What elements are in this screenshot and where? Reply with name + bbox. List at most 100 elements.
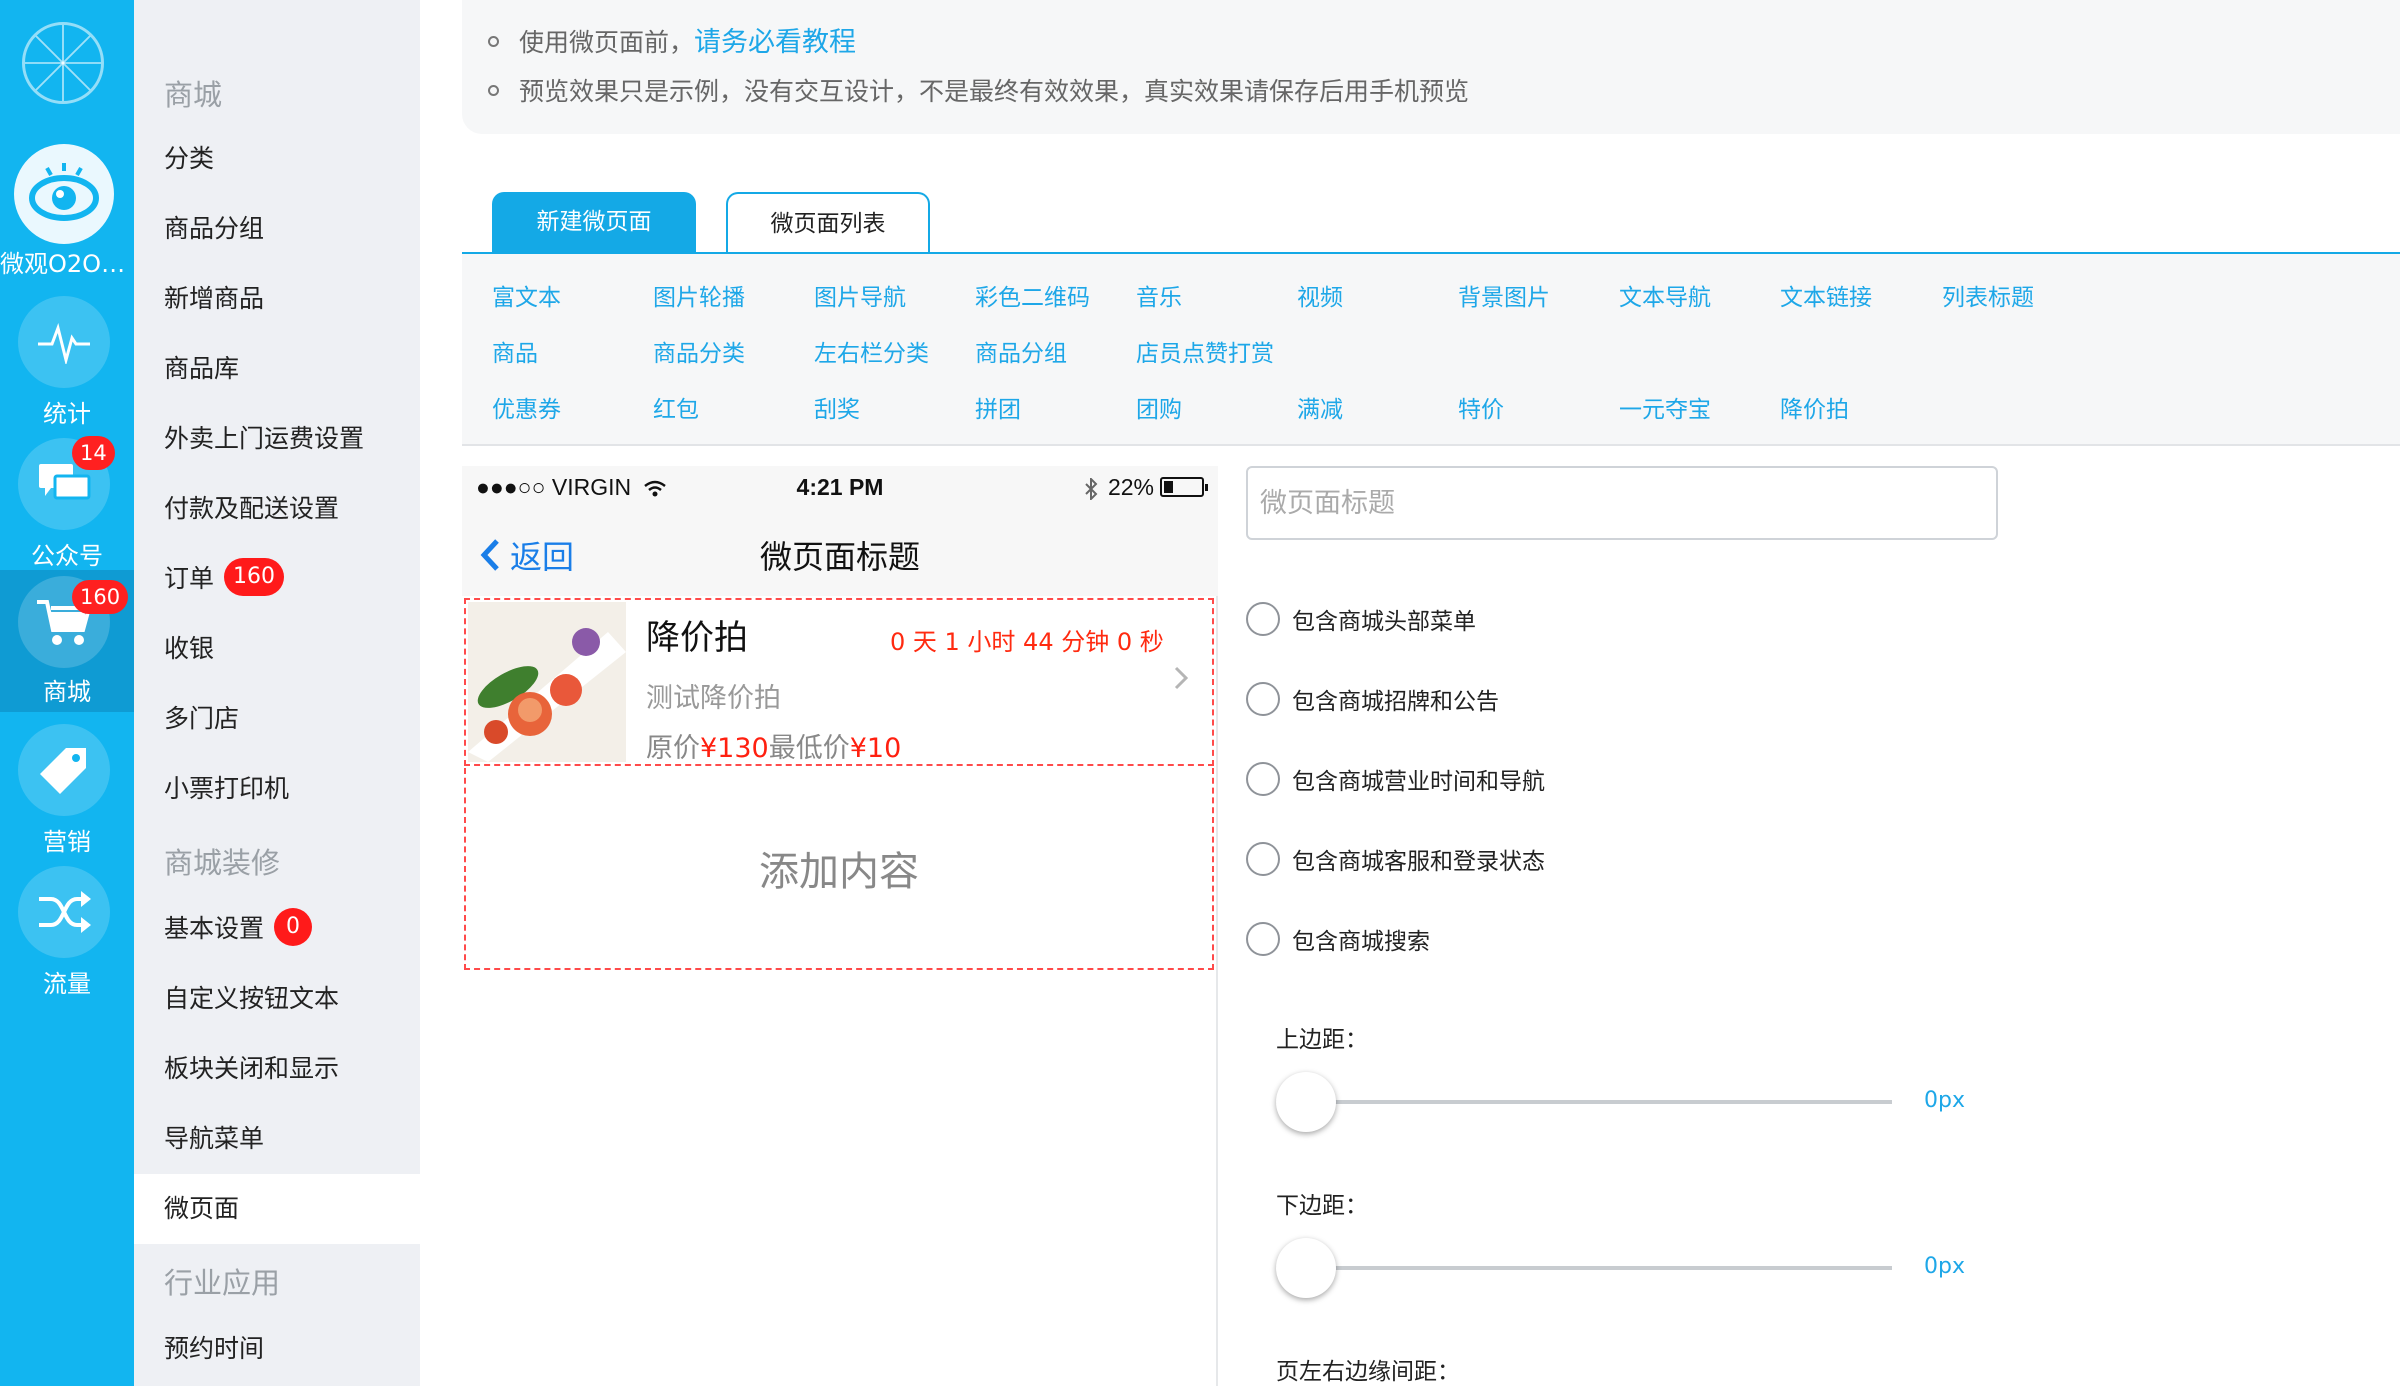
sidebar-item-nav-menu[interactable]: 导航菜单 bbox=[134, 1104, 420, 1174]
top-margin-slider[interactable] bbox=[1276, 1072, 1892, 1132]
component-palette: 富文本 图片轮播 图片导航 彩色二维码 音乐 视频 背景图片 文本导航 文本链接… bbox=[462, 254, 2400, 446]
phone-nav-bar: 返回 微页面标题 bbox=[462, 510, 1218, 596]
original-price-label: 原价 bbox=[646, 733, 700, 764]
sidebar-item-label: 微页面 bbox=[164, 1194, 240, 1223]
widget-music[interactable]: 音乐 bbox=[1136, 278, 1182, 312]
rail-label: 营销 bbox=[43, 828, 91, 856]
rail-item-marketing[interactable]: 营销 bbox=[0, 718, 134, 860]
sidebar-item-label: 商品库 bbox=[164, 354, 240, 383]
bottom-margin-value: 0px bbox=[1924, 1254, 1965, 1279]
rail-label: 流量 bbox=[43, 970, 91, 998]
widget-staff-tip[interactable]: 店员点赞打赏 bbox=[1136, 334, 1274, 368]
widget-background-image[interactable]: 背景图片 bbox=[1458, 278, 1550, 312]
sidebar-item-category[interactable]: 分类 bbox=[134, 124, 420, 194]
option-header-menu[interactable]: 包含商城头部菜单 bbox=[1246, 602, 1476, 638]
sidebar-item-cashier[interactable]: 收银 bbox=[134, 614, 420, 684]
tutorial-link[interactable]: 请务必看教程 bbox=[694, 27, 856, 58]
widget-two-column-category[interactable]: 左右栏分类 bbox=[814, 334, 929, 368]
tab-new-micro-page[interactable]: 新建微页面 bbox=[492, 192, 696, 254]
sidebar-item-multi-store[interactable]: 多门店 bbox=[134, 684, 420, 754]
option-service-login[interactable]: 包含商城客服和登录状态 bbox=[1246, 842, 1545, 878]
widget-scratch-card[interactable]: 刮奖 bbox=[814, 390, 860, 424]
sidebar-item-label: 基本设置 bbox=[164, 914, 265, 943]
widget-product-category[interactable]: 商品分类 bbox=[653, 334, 745, 368]
widget-price-drop-auction[interactable]: 降价拍 bbox=[1780, 390, 1849, 424]
sidebar-item-custom-button-text[interactable]: 自定义按钮文本 bbox=[134, 964, 420, 1034]
add-content-area[interactable]: 添加内容 bbox=[464, 768, 1214, 970]
sidebar-item-label: 多门店 bbox=[164, 704, 240, 733]
notice-text: 使用微页面前， bbox=[519, 28, 695, 57]
slider-handle[interactable] bbox=[1276, 1072, 1336, 1132]
product-image bbox=[468, 602, 626, 762]
rail-item-stats[interactable]: 统计 bbox=[0, 290, 134, 432]
radio-button[interactable] bbox=[1246, 762, 1280, 796]
widget-coupon[interactable]: 优惠券 bbox=[492, 390, 561, 424]
option-search[interactable]: 包含商城搜索 bbox=[1246, 922, 1430, 958]
radio-button[interactable] bbox=[1246, 842, 1280, 876]
widget-image-carousel[interactable]: 图片轮播 bbox=[653, 278, 745, 312]
app-logo-icon[interactable] bbox=[22, 22, 104, 104]
widget-list-title[interactable]: 列表标题 bbox=[1942, 278, 2034, 312]
option-signboard-notice[interactable]: 包含商城招牌和公告 bbox=[1246, 682, 1499, 718]
pulse-icon bbox=[18, 296, 110, 388]
widget-special-price[interactable]: 特价 bbox=[1458, 390, 1504, 424]
top-margin-value: 0px bbox=[1924, 1088, 1965, 1113]
sidebar-item-product-group[interactable]: 商品分组 bbox=[134, 194, 420, 264]
rail-item-traffic[interactable]: 流量 bbox=[0, 860, 134, 1002]
rail-item-mall[interactable]: 160 商城 bbox=[0, 570, 134, 712]
widget-discount[interactable]: 满减 bbox=[1297, 390, 1343, 424]
widget-text-nav[interactable]: 文本导航 bbox=[1619, 278, 1711, 312]
widget-product[interactable]: 商品 bbox=[492, 334, 538, 368]
original-price: ¥130 bbox=[700, 733, 769, 764]
sidebar-item-receipt-printer[interactable]: 小票打印机 bbox=[134, 754, 420, 824]
bullet-icon bbox=[488, 84, 499, 96]
widget-product-group[interactable]: 商品分组 bbox=[975, 334, 1067, 368]
top-margin-label: 上边距： bbox=[1276, 1027, 1368, 1053]
battery-status: 22% bbox=[1084, 474, 1208, 502]
sidebar-item-appointment-time[interactable]: 预约时间 bbox=[134, 1314, 420, 1384]
sidebar-item-block-visibility[interactable]: 板块关闭和显示 bbox=[134, 1034, 420, 1104]
widget-video[interactable]: 视频 bbox=[1297, 278, 1343, 312]
rail-badge: 14 bbox=[72, 436, 115, 470]
settings-badge: 0 bbox=[274, 908, 313, 946]
notice-text: 预览效果只是示例，没有交互设计，不是最终有效效果，真实效果请保存后用手机预览 bbox=[519, 77, 1470, 106]
widget-team-purchase[interactable]: 团购 bbox=[1136, 390, 1182, 424]
sidebar-item-basic-settings[interactable]: 基本设置 0 bbox=[134, 894, 420, 964]
sidebar-item-add-product[interactable]: 新增商品 bbox=[134, 264, 420, 334]
radio-button[interactable] bbox=[1246, 602, 1280, 636]
widget-image-nav[interactable]: 图片导航 bbox=[814, 278, 906, 312]
option-hours-nav[interactable]: 包含商城营业时间和导航 bbox=[1246, 762, 1545, 798]
main-content: 使用微页面前，请务必看教程 预览效果只是示例，没有交互设计，不是最终有效效果，真… bbox=[420, 0, 2400, 1386]
widget-one-yuan-lottery[interactable]: 一元夺宝 bbox=[1619, 390, 1711, 424]
rail-item-store-brand[interactable]: 微观O2O商... bbox=[0, 142, 134, 284]
widget-red-packet[interactable]: 红包 bbox=[653, 390, 699, 424]
widget-group-buy[interactable]: 拼团 bbox=[975, 390, 1021, 424]
min-price: ¥10 bbox=[849, 733, 902, 764]
sidebar-item-orders[interactable]: 订单 160 bbox=[134, 544, 420, 614]
slider-handle[interactable] bbox=[1276, 1238, 1336, 1298]
rail-badge: 160 bbox=[72, 580, 129, 614]
widget-color-qrcode[interactable]: 彩色二维码 bbox=[975, 278, 1090, 312]
sidebar-item-delivery-fee[interactable]: 外卖上门运费设置 bbox=[134, 404, 420, 474]
product-card[interactable]: 降价拍 0 天 1 小时 44 分钟 0 秒 测试降价拍 原价¥130最低价¥1… bbox=[464, 598, 1214, 766]
notice-line: 使用微页面前，请务必看教程 bbox=[488, 20, 856, 59]
sidebar-item-label: 预约时间 bbox=[164, 1334, 265, 1363]
phone-status-bar: ●●●○○ VIRGIN 4:21 PM 22% bbox=[462, 466, 1218, 510]
widget-text-link[interactable]: 文本链接 bbox=[1780, 278, 1872, 312]
option-label: 包含商城营业时间和导航 bbox=[1292, 769, 1545, 795]
radio-button[interactable] bbox=[1246, 682, 1280, 716]
rail-item-official-account[interactable]: 14 公众号 bbox=[0, 432, 134, 574]
tab-micro-page-list[interactable]: 微页面列表 bbox=[726, 192, 930, 254]
widget-rich-text[interactable]: 富文本 bbox=[492, 278, 561, 312]
sidebar-item-product-library[interactable]: 商品库 bbox=[134, 334, 420, 404]
phone-preview: ●●●○○ VIRGIN 4:21 PM 22% 返回 微页面标题 降价拍 0 … bbox=[462, 466, 1218, 1386]
sidebar-item-micro-page[interactable]: 微页面 bbox=[134, 1174, 420, 1244]
radio-button[interactable] bbox=[1246, 922, 1280, 956]
countdown-timer: 0 天 1 小时 44 分钟 0 秒 bbox=[890, 628, 1164, 656]
sidebar-item-label: 付款及配送设置 bbox=[164, 494, 340, 523]
sidebar-item-payment-delivery[interactable]: 付款及配送设置 bbox=[134, 474, 420, 544]
secondary-sidebar: 商城 分类 商品分组 新增商品 商品库 外卖上门运费设置 付款及配送设置 订单 1… bbox=[134, 0, 420, 1386]
bottom-margin-slider[interactable] bbox=[1276, 1238, 1892, 1298]
page-title-input[interactable] bbox=[1246, 466, 1998, 540]
sidebar-section-title: 行业应用 bbox=[164, 1266, 281, 1300]
